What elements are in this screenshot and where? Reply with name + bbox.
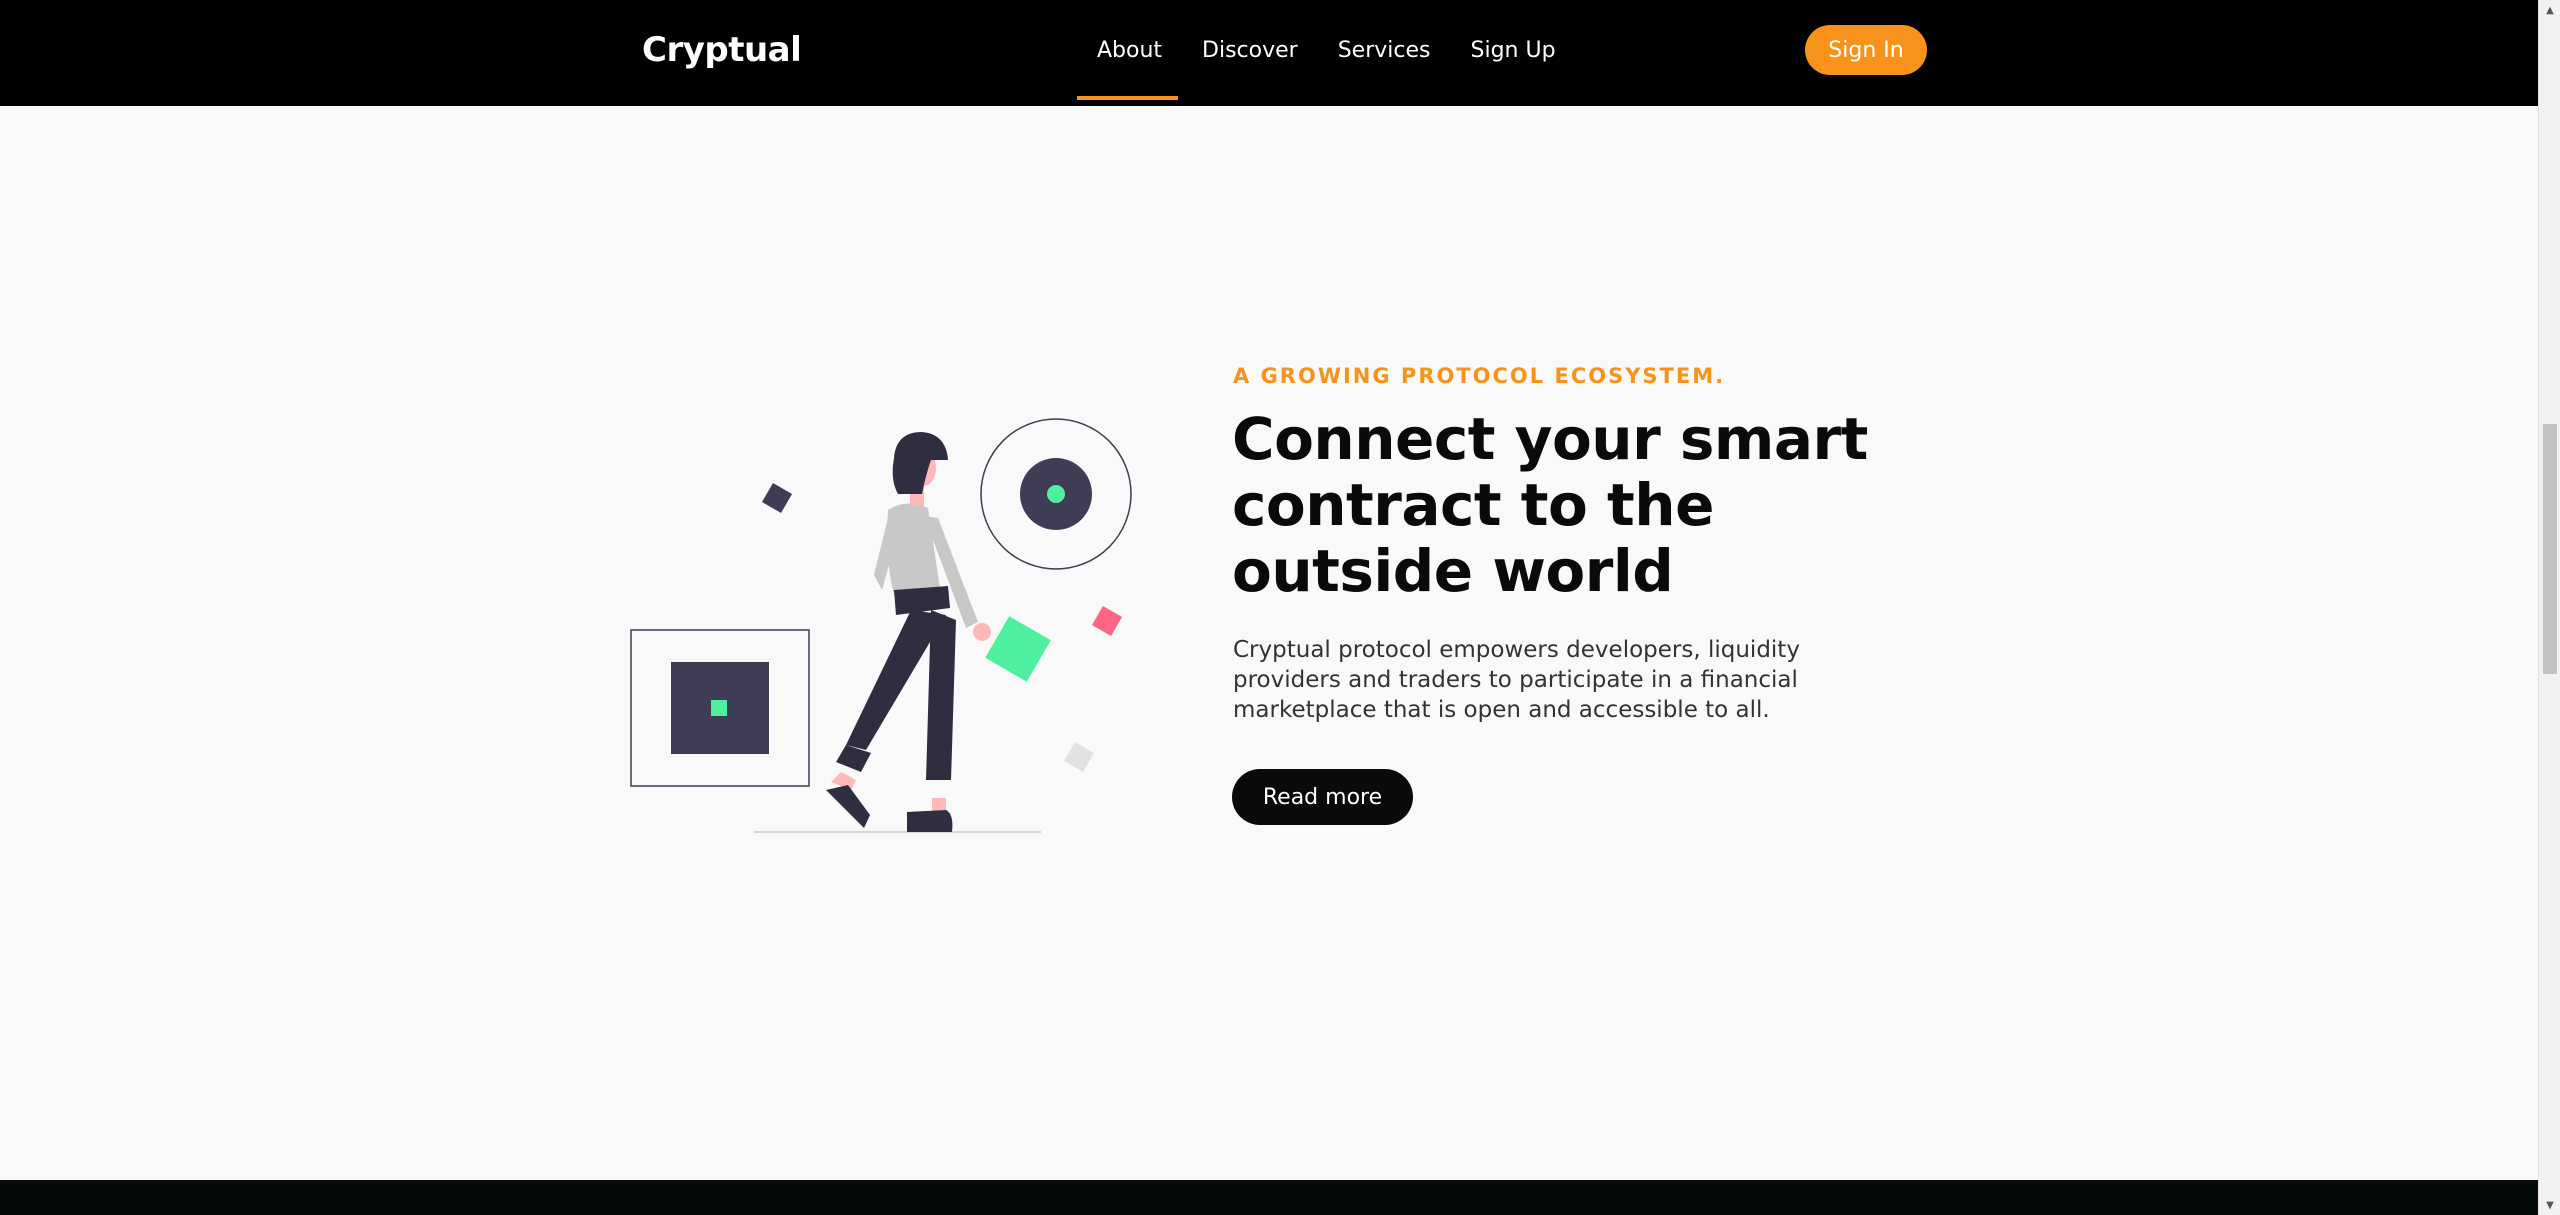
nav-link-about[interactable]: About [1077, 38, 1182, 63]
hero-eyebrow: A GROWING PROTOCOL ECOSYSTEM. [1233, 364, 1726, 388]
scroll-up-arrow-icon[interactable]: ▲ [2539, 0, 2560, 20]
green-held-square [985, 616, 1051, 682]
dark-diamond-shape [761, 482, 793, 514]
green-dot-circle [1047, 485, 1065, 503]
read-more-button[interactable]: Read more [1232, 769, 1413, 825]
active-nav-indicator [1077, 96, 1178, 100]
scroll-thumb[interactable] [2543, 424, 2557, 674]
page-scrollbar[interactable]: ▲ ▼ [2538, 0, 2560, 1215]
nav-links: About Discover Services Sign Up [1077, 0, 1596, 100]
brand-logo[interactable]: Cryptual [642, 30, 802, 70]
gray-diamond-shape [1063, 741, 1095, 773]
nav-link-sign-up[interactable]: Sign Up [1471, 38, 1556, 63]
nav-link-discover[interactable]: Discover [1202, 38, 1298, 63]
nav-link-services[interactable]: Services [1338, 38, 1431, 63]
woman-figure [826, 432, 991, 832]
hero-description: Cryptual protocol empowers developers, l… [1233, 637, 1800, 723]
hero-headline: Connect your smart contract to the outsi… [1232, 405, 1868, 605]
navbar: Cryptual About Discover Services Sign Up… [0, 0, 2538, 106]
green-dot-square [711, 700, 727, 716]
sign-in-button[interactable]: Sign In [1805, 25, 1927, 75]
pink-diamond-shape [1091, 605, 1123, 637]
woman-walking-illustration [630, 418, 1132, 833]
scroll-down-arrow-icon[interactable]: ▼ [2539, 1195, 2560, 1215]
footer-band [0, 1180, 2538, 1215]
